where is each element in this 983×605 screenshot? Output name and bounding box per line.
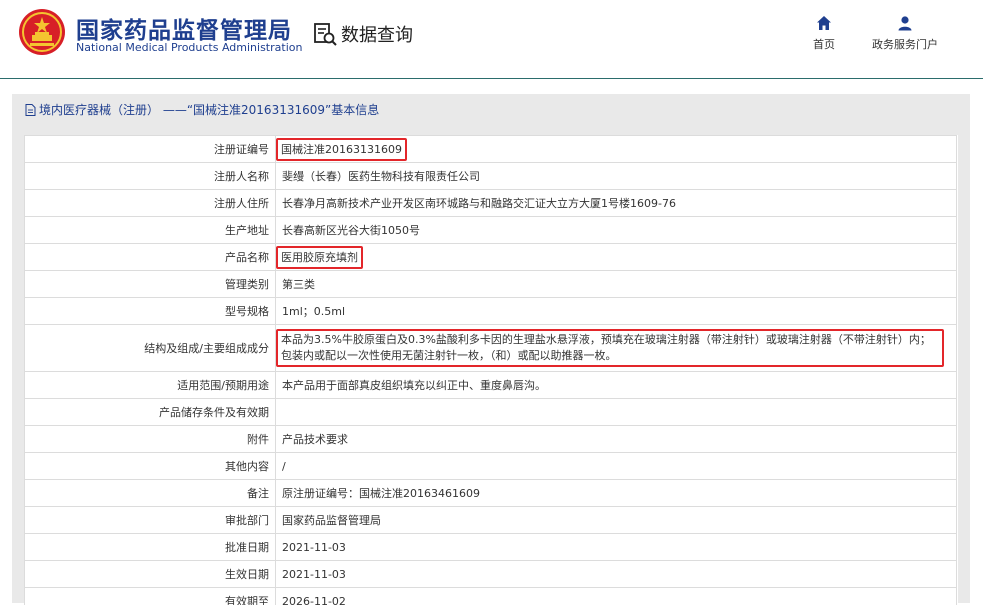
table-row: 产品储存条件及有效期 — [25, 399, 957, 426]
table-row: 备注原注册证编号：国械注准20163461609 — [25, 480, 957, 507]
row-value-cell: 医用胶原充填剂 — [276, 244, 957, 271]
row-label: 生效日期 — [25, 561, 276, 588]
table-row: 生产地址长春高新区光谷大街1050号 — [25, 217, 957, 244]
row-value: 长春高新区光谷大街1050号 — [282, 224, 420, 237]
row-label: 结构及组成/主要组成成分 — [25, 325, 276, 372]
panel-title: 境内医疗器械（注册） ——“国械注准20163131609”基本信息 — [12, 94, 970, 125]
nav-home[interactable]: 首页 — [806, 15, 842, 52]
row-label: 管理类别 — [25, 271, 276, 298]
table-row: 生效日期 2021-11-03 — [25, 561, 957, 588]
table-row: 有效期至 2026-11-02 — [25, 588, 957, 605]
row-label: 产品储存条件及有效期 — [25, 399, 276, 426]
row-label: 附件 — [25, 426, 276, 453]
row-label: 注册证编号 — [25, 136, 276, 163]
user-icon — [897, 15, 913, 31]
table-row: 结构及组成/主要组成成分本品为3.5%牛胶原蛋白及0.3%盐酸利多卡因的生理盐水… — [25, 325, 957, 372]
panel-title-text: 境内医疗器械（注册） ——“国械注准20163131609”基本信息 — [39, 101, 379, 118]
table-row: 产品名称医用胶原充填剂 — [25, 244, 957, 271]
row-label: 其他内容 — [25, 453, 276, 480]
row-value-cell: 本产品用于面部真皮组织填充以纠正中、重度鼻唇沟。 — [276, 372, 957, 399]
row-value-cell: 第三类 — [276, 271, 957, 298]
row-value-cell: 长春高新区光谷大街1050号 — [276, 217, 957, 244]
table-row: 附件产品技术要求 — [25, 426, 957, 453]
row-value-cell: / — [276, 453, 957, 480]
data-query-title[interactable]: 数据查询 — [312, 21, 413, 47]
nav-service-portal[interactable]: 政务服务门户 — [864, 15, 946, 52]
row-value-cell — [276, 399, 957, 426]
row-label: 备注 — [25, 480, 276, 507]
org-name-en: National Medical Products Administration — [76, 41, 302, 54]
table-row: 批准日期 2021-11-03 — [25, 534, 957, 561]
row-value: 斐缦（长春）医药生物科技有限责任公司 — [282, 170, 480, 183]
row-value-cell: 本品为3.5%牛胶原蛋白及0.3%盐酸利多卡因的生理盐水悬浮液，预填充在玻璃注射… — [276, 325, 957, 372]
row-label: 型号规格 — [25, 298, 276, 325]
row-value-cell: 2021-11-03 — [276, 561, 957, 588]
table-row: 适用范围/预期用途本产品用于面部真皮组织填充以纠正中、重度鼻唇沟。 — [25, 372, 957, 399]
row-label: 产品名称 — [25, 244, 276, 271]
row-value: 2021-11-03 — [282, 541, 346, 554]
row-value-cell: 长春净月高新技术产业开发区南环城路与和融路交汇证大立方大厦1号楼1609-76 — [276, 190, 957, 217]
data-query-label: 数据查询 — [341, 21, 413, 47]
table-row: 管理类别第三类 — [25, 271, 957, 298]
row-label: 注册人住所 — [25, 190, 276, 217]
row-value-cell: 1ml；0.5ml — [276, 298, 957, 325]
row-value: 2021-11-03 — [282, 568, 346, 581]
row-value: 1ml；0.5ml — [282, 305, 345, 318]
row-value: 医用胶原充填剂 — [276, 246, 363, 269]
row-value-cell: 原注册证编号：国械注准20163461609 — [276, 480, 957, 507]
row-label: 注册人名称 — [25, 163, 276, 190]
row-value: 本产品用于面部真皮组织填充以纠正中、重度鼻唇沟。 — [282, 379, 546, 392]
table-row: 注册人住所长春净月高新技术产业开发区南环城路与和融路交汇证大立方大厦1号楼160… — [25, 190, 957, 217]
row-value: 原注册证编号：国械注准20163461609 — [282, 487, 480, 500]
row-value-cell: 斐缦（长春）医药生物科技有限责任公司 — [276, 163, 957, 190]
row-label: 审批部门 — [25, 507, 276, 534]
row-label: 适用范围/预期用途 — [25, 372, 276, 399]
table-row: 注册证编号国械注准20163131609 — [25, 136, 957, 163]
row-value-cell: 国家药品监督管理局 — [276, 507, 957, 534]
home-icon — [816, 15, 832, 31]
table-row: 注册人名称斐缦（长春）医药生物科技有限责任公司 — [25, 163, 957, 190]
row-label: 生产地址 — [25, 217, 276, 244]
table-row: 型号规格 1ml；0.5ml — [25, 298, 957, 325]
row-value-cell: 产品技术要求 — [276, 426, 957, 453]
row-value: 国家药品监督管理局 — [282, 514, 381, 527]
document-search-icon — [312, 21, 338, 47]
row-value: 国械注准20163131609 — [276, 138, 407, 161]
row-label: 有效期至 — [25, 588, 276, 605]
nav-portal-label: 政务服务门户 — [872, 38, 938, 51]
registration-info-table: 注册证编号国械注准20163131609注册人名称斐缦（长春）医药生物科技有限责… — [24, 135, 958, 605]
table-row: 审批部门国家药品监督管理局 — [25, 507, 957, 534]
site-header: 国家药品监督管理局 National Medical Products Admi… — [0, 0, 983, 79]
row-value: 长春净月高新技术产业开发区南环城路与和融路交汇证大立方大厦1号楼1609-76 — [282, 197, 676, 210]
row-value-cell: 国械注准20163131609 — [276, 136, 957, 163]
row-value: 2026-11-02 — [282, 595, 346, 605]
row-value-cell: 2026-11-02 — [276, 588, 957, 605]
document-icon — [25, 104, 36, 116]
row-value: 本品为3.5%牛胶原蛋白及0.3%盐酸利多卡因的生理盐水悬浮液，预填充在玻璃注射… — [276, 329, 944, 367]
row-value-cell: 2021-11-03 — [276, 534, 957, 561]
row-value: 第三类 — [282, 278, 315, 291]
table-row: 其他内容 / — [25, 453, 957, 480]
national-emblem-icon — [18, 8, 66, 56]
row-value: / — [282, 460, 286, 473]
row-label: 批准日期 — [25, 534, 276, 561]
row-value: 产品技术要求 — [282, 433, 348, 446]
org-name-cn: 国家药品监督管理局 — [76, 11, 292, 45]
nav-home-label: 首页 — [813, 38, 835, 51]
